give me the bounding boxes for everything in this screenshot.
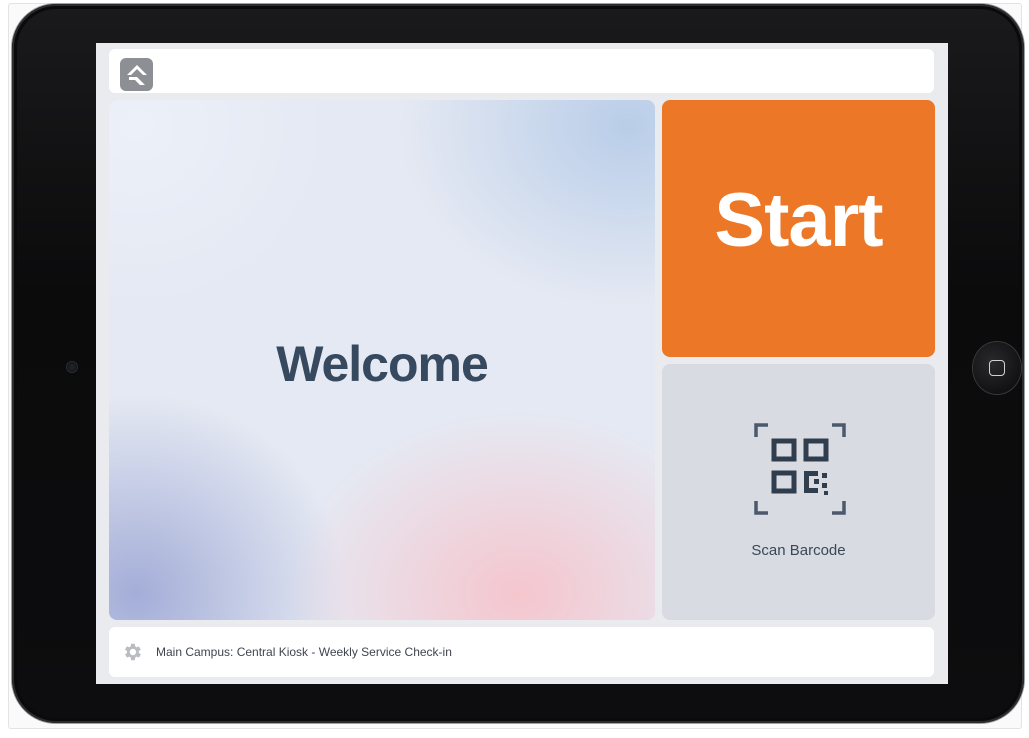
scan-barcode-button[interactable]: Scan Barcode (662, 364, 935, 620)
start-button[interactable]: Start (662, 100, 935, 357)
rock-logo-icon (120, 58, 153, 91)
kiosk-screen: Welcome Start Scan Barcode Main Campus: … (96, 43, 948, 684)
kiosk-status-text: Main Campus: Central Kiosk - Weekly Serv… (156, 645, 452, 659)
top-bar (109, 49, 934, 93)
welcome-title: Welcome (276, 336, 489, 392)
gear-icon[interactable] (121, 641, 143, 663)
home-square-icon (989, 360, 1005, 376)
start-button-label: Start (714, 178, 883, 263)
footer-bar: Main Campus: Central Kiosk - Weekly Serv… (109, 627, 934, 677)
welcome-panel: Welcome (109, 100, 655, 620)
qr-code-icon (754, 423, 846, 515)
home-button[interactable] (973, 342, 1021, 394)
camera-icon (67, 362, 77, 372)
scan-barcode-label: Scan Barcode (751, 542, 846, 559)
